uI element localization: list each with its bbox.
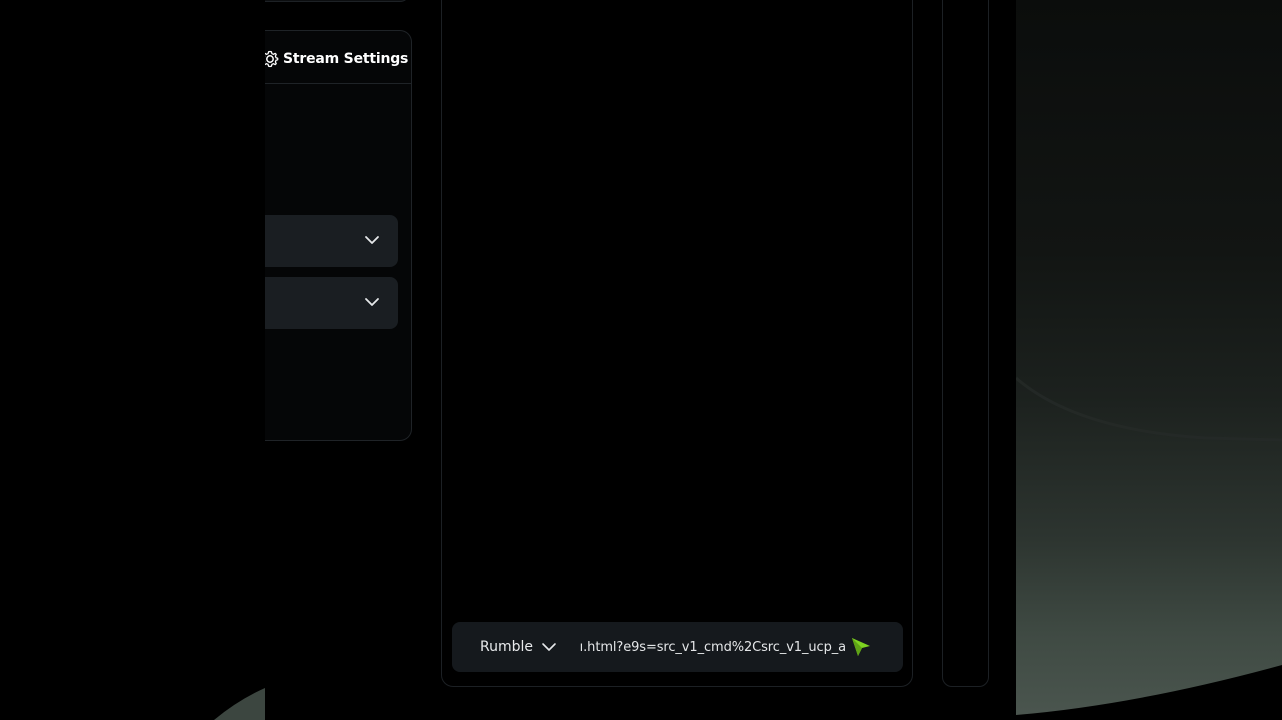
url-input[interactable]: ı.html?e9s=src_v1_cmd%2Csrc_v1_ucp_a <box>578 622 846 672</box>
browser-content-panel <box>441 0 913 687</box>
engine-select[interactable]: Rumble <box>480 622 557 672</box>
gear-icon <box>265 50 279 68</box>
side-rail-panel <box>942 0 989 687</box>
send-arrow-icon[interactable] <box>849 636 873 658</box>
url-text: ı.html?e9s=src_v1_cmd%2Csrc_v1_ucp_a <box>579 639 846 655</box>
chevron-down-icon <box>365 236 379 244</box>
chevron-down-icon <box>365 298 379 306</box>
chevron-down-icon <box>542 643 556 651</box>
stream-settings-panel: Stream Settings <box>265 30 412 441</box>
top-card-edge <box>265 0 410 2</box>
engine-select-label: Rumble <box>480 639 533 655</box>
stream-settings-header: Stream Settings <box>265 31 411 84</box>
stream-settings-title: Stream Settings <box>283 51 409 67</box>
left-edge-decoration <box>0 0 265 720</box>
stream-setting-select-2[interactable] <box>265 277 398 329</box>
address-bar: Rumble ı.html?e9s=src_v1_cmd%2Csrc_v1_uc… <box>452 622 903 672</box>
screen: Stream Settings Rumble ı.html?e9s=src_v1… <box>0 0 1282 720</box>
wallpaper-curve <box>1016 376 1282 720</box>
stream-setting-select-1[interactable] <box>265 215 398 267</box>
swoosh-graphic <box>214 688 265 720</box>
desktop-wallpaper <box>1016 0 1282 720</box>
